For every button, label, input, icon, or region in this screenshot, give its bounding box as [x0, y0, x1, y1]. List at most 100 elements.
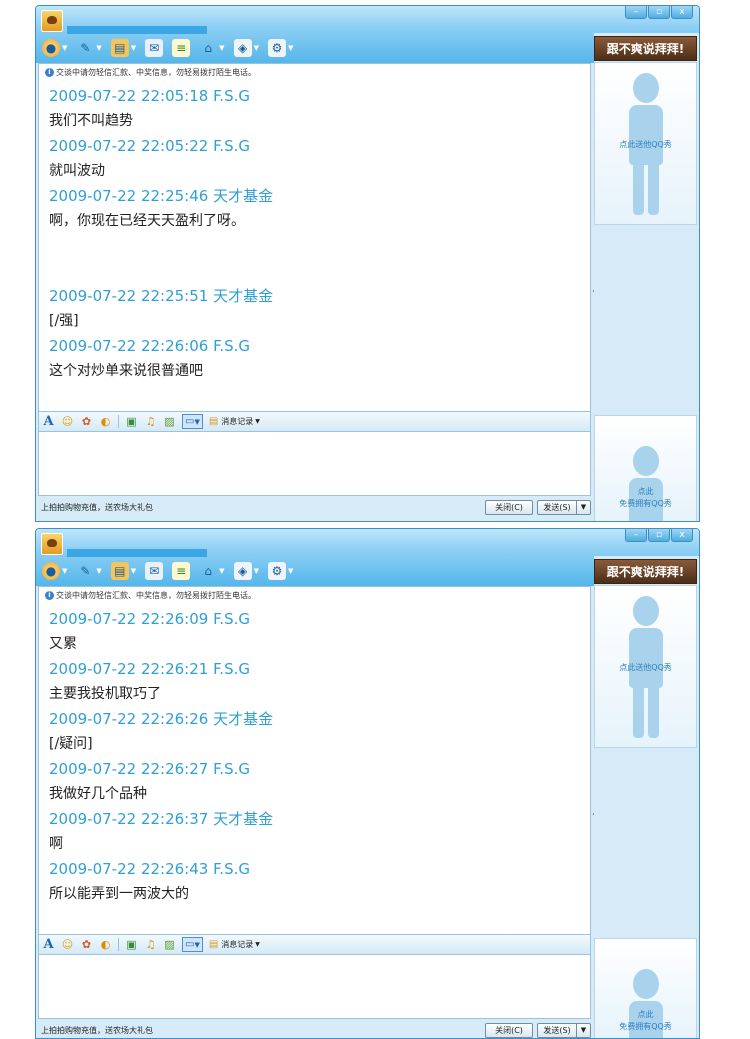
close-window-button[interactable]: x — [671, 6, 693, 19]
settings-icon[interactable]: ⚙ — [267, 39, 286, 57]
chat-app-icon[interactable]: ≡ — [172, 562, 191, 580]
shake-icon[interactable]: ◐ — [99, 415, 112, 428]
message-text: 这个对炒单来说很普通吧 — [49, 363, 203, 379]
screen-capture-button[interactable]: ▭ ▼ — [182, 937, 203, 952]
contact-avatar[interactable] — [41, 533, 63, 555]
chevron-down-icon[interactable]: ▼ — [254, 44, 259, 52]
remote-assist-icon[interactable]: ⌂ — [199, 562, 217, 580]
message-header: 2009-07-22 22:25:46 天才基金 — [49, 187, 274, 205]
qq-show-contact[interactable]: 点此送他QQ秀 — [594, 62, 697, 225]
maximize-button[interactable]: ▫ — [648, 6, 670, 19]
send-file-icon[interactable]: ▤ — [110, 39, 129, 57]
divider — [118, 938, 119, 951]
promo-link[interactable]: 上拍拍购物充值，送农场大礼包 — [38, 1025, 153, 1036]
close-window-button[interactable]: x — [671, 529, 693, 542]
promo-link[interactable]: 上拍拍购物充值，送农场大礼包 — [38, 502, 153, 513]
chat-window-2: – ▫ x ● ▼ ✎ ▼ ▤ ▼ ✉ ≡ ⌂ ▼ ◈ ▼ ⚙ ▼ i 交谈中请勿轻信汇款、… — [35, 528, 700, 1039]
qq-show-contact[interactable]: 点此送他QQ秀 — [594, 585, 697, 748]
magic-emoticon-icon[interactable]: ✿ — [80, 415, 93, 428]
qq-show-small-label[interactable]: 点此 — [595, 1009, 696, 1020]
chevron-down-icon[interactable]: ▼ — [131, 44, 136, 52]
chevron-down-icon[interactable]: ▼ — [62, 567, 67, 575]
chevron-down-icon: ▼ — [255, 941, 260, 948]
qq-show-self[interactable]: 点此 免费拥有QQ秀 — [594, 938, 697, 1038]
minimize-button[interactable]: – — [625, 6, 647, 19]
message-input[interactable] — [38, 954, 591, 1019]
screenshot-icon[interactable]: ✉ — [145, 39, 164, 57]
message-header: 2009-07-22 22:25:51 天才基金 — [49, 287, 274, 305]
close-button[interactable]: 关闭(C) — [485, 499, 533, 515]
status-bar: 上拍拍购物充值，送农场大礼包 关闭(C) 发送(S) ▼ — [38, 1020, 591, 1038]
scrawl-icon[interactable]: ▨ — [163, 938, 176, 951]
message-text: 啊，你现在已经天天盈利了呀。 — [49, 213, 245, 229]
font-icon[interactable]: A — [42, 937, 55, 952]
app-box-icon[interactable]: ◈ — [233, 562, 252, 580]
shake-icon[interactable]: ◐ — [99, 938, 112, 951]
voice-call-icon[interactable]: ✎ — [76, 39, 94, 57]
emoticon-icon[interactable]: ☺ — [61, 938, 74, 951]
status-bar: 上拍拍购物充值，送农场大礼包 关闭(C) 发送(S) ▼ — [38, 497, 591, 517]
ad-banner[interactable]: 跟不爽说拜拜! — [594, 36, 697, 61]
chevron-down-icon: ▼ — [194, 940, 200, 949]
magic-emoticon-icon[interactable]: ✿ — [80, 938, 93, 951]
right-panel: 跟不爽说拜拜! 点此送他QQ秀 点此 免费拥有QQ秀 — [594, 33, 699, 521]
message-history-button[interactable]: ▤ 消息记录 ▼ — [209, 939, 260, 950]
message-input[interactable] — [38, 431, 591, 496]
ad-banner[interactable]: 跟不爽说拜拜! — [594, 559, 697, 584]
app-box-icon[interactable]: ◈ — [233, 39, 252, 57]
music-icon[interactable]: ♫ — [144, 415, 157, 428]
send-button[interactable]: 发送(S) — [537, 1022, 577, 1038]
settings-icon[interactable]: ⚙ — [267, 562, 286, 580]
remote-assist-icon[interactable]: ⌂ — [199, 39, 217, 57]
qq-show-free-label[interactable]: 免费拥有QQ秀 — [595, 498, 696, 509]
chat-app-icon[interactable]: ≡ — [172, 39, 191, 57]
chevron-down-icon[interactable]: ▼ — [131, 567, 136, 575]
contact-avatar[interactable] — [41, 10, 63, 32]
message-text: [/强] — [49, 313, 79, 329]
send-options-button[interactable]: ▼ — [577, 499, 591, 515]
message-history-button[interactable]: ▤ 消息记录 ▼ — [209, 416, 260, 427]
maximize-button[interactable]: ▫ — [648, 529, 670, 542]
message-list: 2009-07-22 22:26:09 F.S.G 又累 2009-07-22 … — [49, 607, 579, 907]
qq-show-small-label[interactable]: 点此 — [595, 486, 696, 497]
contact-name-bar — [67, 549, 207, 557]
font-icon[interactable]: A — [42, 414, 55, 429]
qq-show-label[interactable]: 点此送他QQ秀 — [595, 662, 696, 673]
chevron-down-icon[interactable]: ▼ — [62, 44, 67, 52]
minimize-button[interactable]: – — [625, 529, 647, 542]
chevron-down-icon[interactable]: ▼ — [96, 44, 101, 52]
chevron-down-icon[interactable]: ▼ — [288, 44, 293, 52]
security-notice: i 交谈中请勿轻信汇款、中奖信息，勿轻易拨打陌生电话。 — [45, 590, 256, 601]
send-file-icon[interactable]: ▤ — [110, 562, 129, 580]
screen-capture-icon: ▭ — [185, 416, 195, 427]
screenshot-icon[interactable]: ✉ — [145, 562, 164, 580]
video-call-icon[interactable]: ● — [42, 562, 60, 580]
emoticon-icon[interactable]: ☺ — [61, 415, 74, 428]
scrawl-icon[interactable]: ▨ — [163, 415, 176, 428]
message-header: 2009-07-22 22:05:18 F.S.G — [49, 87, 250, 105]
voice-call-icon[interactable]: ✎ — [76, 562, 94, 580]
screen-capture-button[interactable]: ▭ ▼ — [182, 414, 203, 429]
message-history[interactable]: i 交谈中请勿轻信汇款、中奖信息，勿轻易拨打陌生电话。 2009-07-22 2… — [38, 586, 591, 935]
message-header: 2009-07-22 22:26:43 F.S.G — [49, 860, 250, 878]
message-header: 2009-07-22 22:05:22 F.S.G — [49, 137, 250, 155]
video-call-icon[interactable]: ● — [42, 39, 60, 57]
avatar-silhouette-icon — [628, 446, 663, 521]
image-icon[interactable]: ▣ — [125, 938, 138, 951]
chat-window-1: – ▫ x ● ▼ ✎ ▼ ▤ ▼ ✉ ≡ ⌂ ▼ ◈ ▼ ⚙ ▼ i 交谈中请勿轻信汇款、… — [35, 5, 700, 522]
message-history[interactable]: i 交谈中请勿轻信汇款、中奖信息，勿轻易拨打陌生电话。 2009-07-22 2… — [38, 63, 591, 412]
music-icon[interactable]: ♫ — [144, 938, 157, 951]
close-button[interactable]: 关闭(C) — [485, 1022, 533, 1038]
chevron-down-icon[interactable]: ▼ — [219, 44, 224, 52]
qq-show-self[interactable]: 点此 免费拥有QQ秀 — [594, 415, 697, 521]
qq-show-label[interactable]: 点此送他QQ秀 — [595, 139, 696, 150]
image-icon[interactable]: ▣ — [125, 415, 138, 428]
chevron-down-icon[interactable]: ▼ — [288, 567, 293, 575]
send-button[interactable]: 发送(S) — [537, 499, 577, 515]
qq-show-free-label[interactable]: 免费拥有QQ秀 — [595, 1021, 696, 1032]
chevron-down-icon[interactable]: ▼ — [254, 567, 259, 575]
send-options-button[interactable]: ▼ — [577, 1022, 591, 1038]
chevron-down-icon[interactable]: ▼ — [96, 567, 101, 575]
chevron-down-icon[interactable]: ▼ — [219, 567, 224, 575]
message-text: 就叫波动 — [49, 163, 105, 179]
